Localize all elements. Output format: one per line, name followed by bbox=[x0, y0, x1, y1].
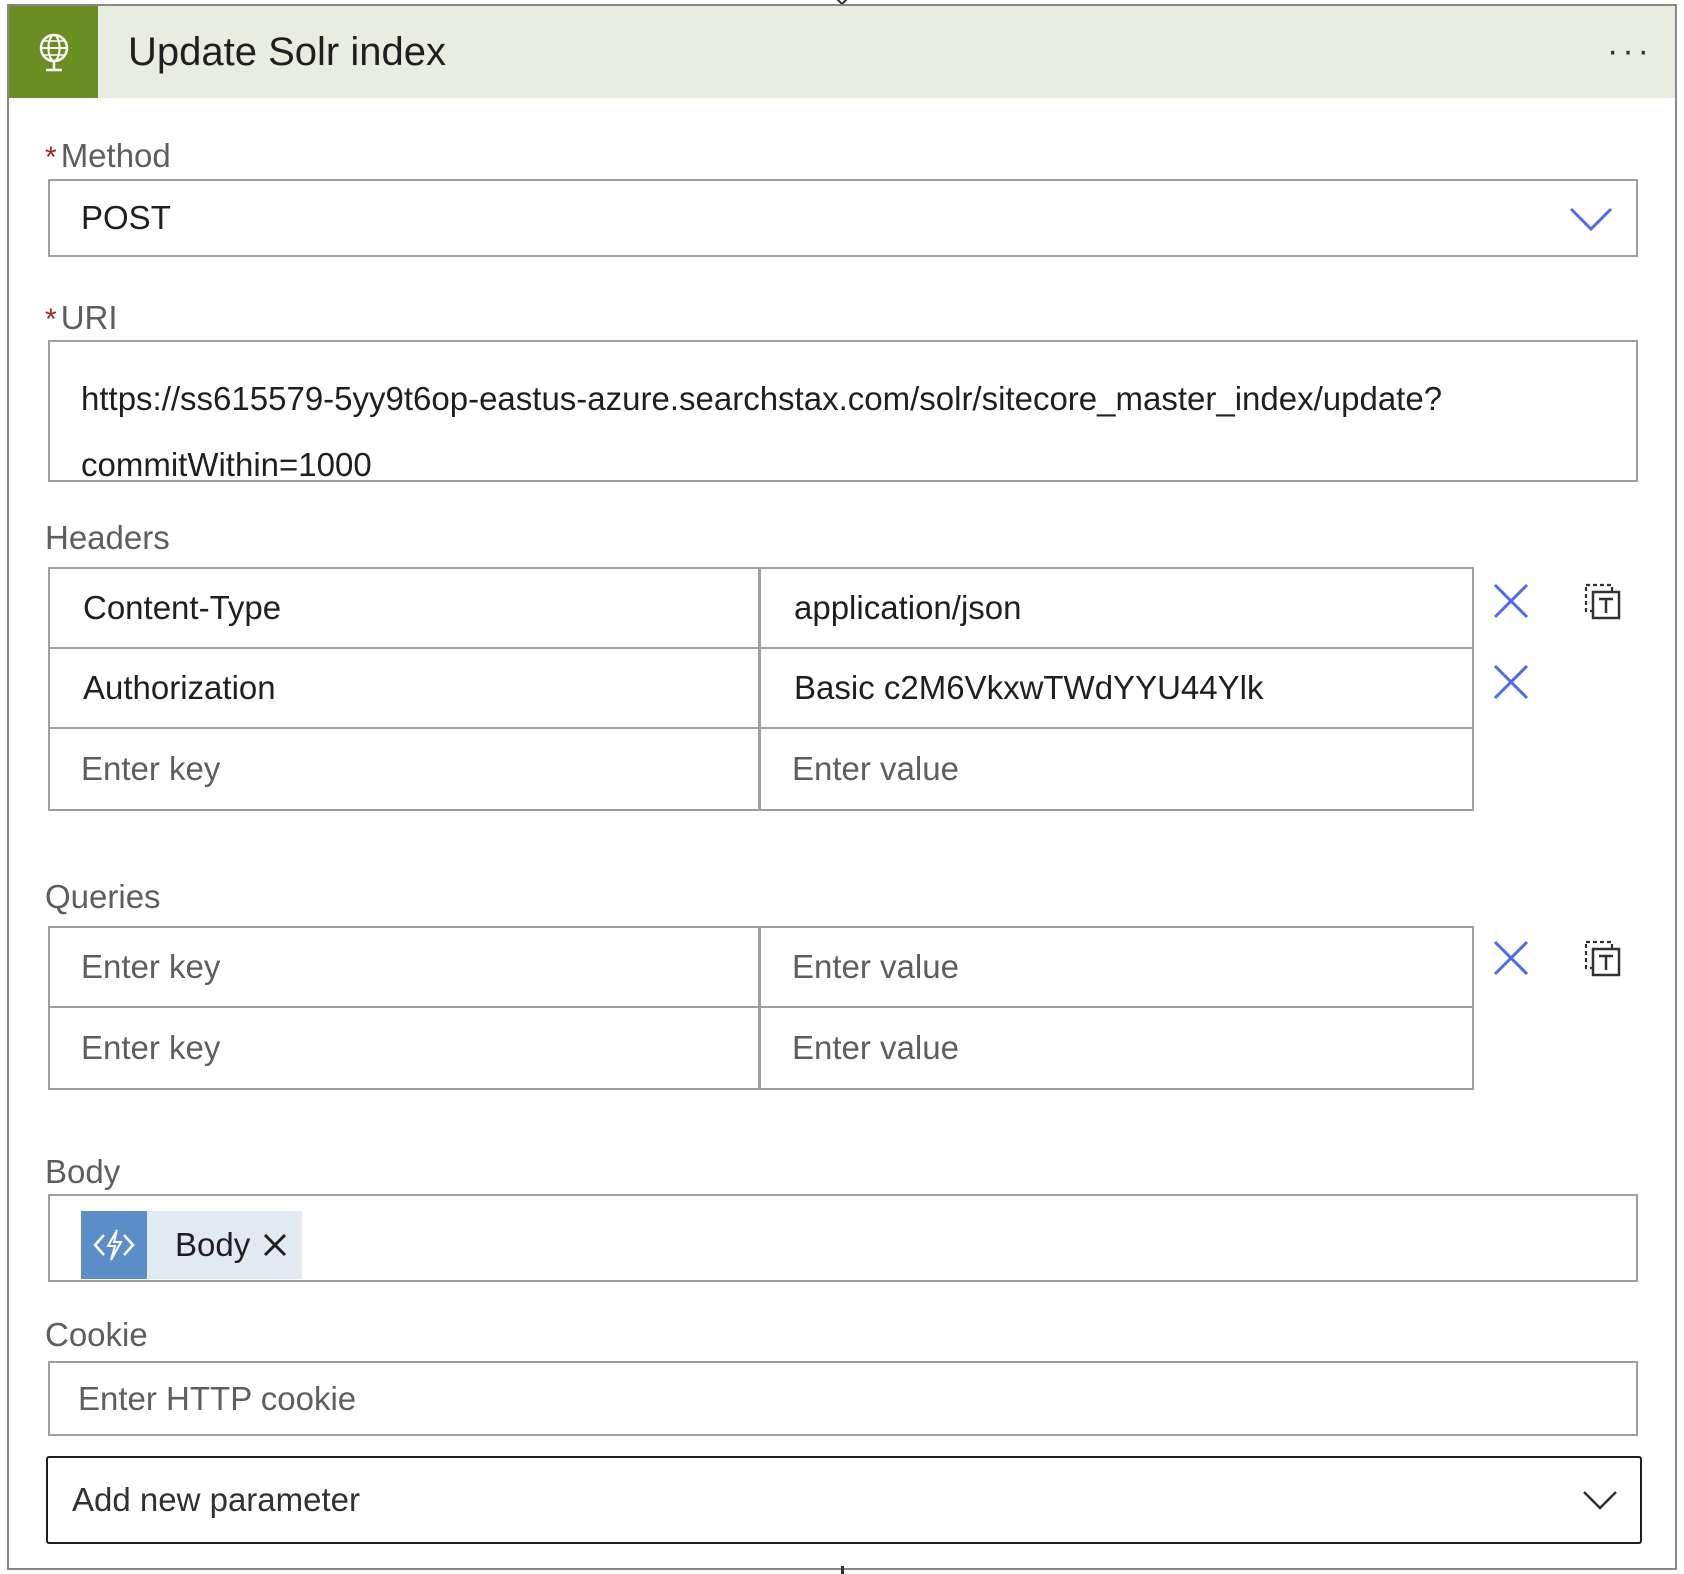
header-value-input[interactable]: Enter value bbox=[761, 729, 1472, 809]
query-key-input[interactable]: Enter key bbox=[50, 1008, 761, 1088]
uri-line-2: commitWithin=1000 bbox=[81, 446, 372, 483]
uri-input[interactable]: https://ss615579-5yy9t6op-eastus-azure.s… bbox=[48, 340, 1638, 483]
card-title[interactable]: Update Solr index bbox=[128, 30, 446, 75]
queries-table: Enter key Enter value Enter key Enter va… bbox=[48, 926, 1474, 1090]
token-label: Body bbox=[175, 1226, 251, 1263]
header-key-input[interactable]: Enter key bbox=[50, 729, 761, 809]
header-value-input[interactable]: Basic c2M6VkxwTWdYYU44Ylk bbox=[761, 649, 1472, 727]
header-value-input[interactable]: application/json bbox=[761, 569, 1472, 647]
cookie-input[interactable]: Enter HTTP cookie bbox=[48, 1361, 1638, 1436]
delete-row-icon[interactable] bbox=[1491, 938, 1531, 978]
query-value-input[interactable]: Enter value bbox=[761, 928, 1472, 1006]
header-key-input[interactable]: Authorization bbox=[50, 649, 761, 727]
globe-icon bbox=[9, 6, 98, 98]
uri-label: * URI bbox=[45, 299, 118, 336]
switch-to-text-mode-icon[interactable] bbox=[1583, 937, 1623, 977]
query-row: Enter key Enter value bbox=[50, 1008, 1472, 1088]
delete-row-icon[interactable] bbox=[1491, 662, 1531, 702]
uri-line-1: https://ss615579-5yy9t6op-eastus-azure.s… bbox=[81, 380, 1443, 417]
method-dropdown[interactable]: POST bbox=[48, 179, 1638, 257]
remove-token-icon[interactable] bbox=[262, 1211, 302, 1279]
more-options-button[interactable]: ··· bbox=[1607, 34, 1653, 68]
chevron-down-icon bbox=[1569, 207, 1613, 232]
dynamic-content-token[interactable]: Body bbox=[81, 1211, 303, 1279]
required-asterisk: * bbox=[45, 303, 57, 336]
query-row: Enter key Enter value bbox=[50, 928, 1472, 1008]
add-new-parameter-dropdown[interactable]: Add new parameter bbox=[46, 1456, 1642, 1544]
card-header[interactable]: Update Solr index ··· bbox=[9, 6, 1675, 98]
queries-label: Queries bbox=[45, 878, 161, 915]
method-label: * Method bbox=[45, 137, 171, 174]
headers-label: Headers bbox=[45, 519, 170, 556]
cookie-label: Cookie bbox=[45, 1316, 148, 1353]
header-key-input[interactable]: Content-Type bbox=[50, 569, 761, 647]
query-value-input[interactable]: Enter value bbox=[761, 1008, 1472, 1088]
add-new-parameter-label: Add new parameter bbox=[72, 1481, 360, 1518]
headers-table: Content-Type application/json Authorizat… bbox=[48, 567, 1474, 811]
required-asterisk: * bbox=[45, 141, 57, 174]
body-label: Body bbox=[45, 1153, 121, 1190]
header-row: Enter key Enter value bbox=[50, 729, 1472, 809]
dynamic-content-icon bbox=[81, 1211, 147, 1279]
connector-line-bottom bbox=[841, 1566, 844, 1574]
query-key-input[interactable]: Enter key bbox=[50, 928, 761, 1006]
method-value: POST bbox=[81, 199, 171, 236]
delete-row-icon[interactable] bbox=[1491, 581, 1531, 621]
header-row: Content-Type application/json bbox=[50, 569, 1472, 649]
header-row: Authorization Basic c2M6VkxwTWdYYU44Ylk bbox=[50, 649, 1472, 729]
chevron-down-icon bbox=[1583, 1491, 1617, 1510]
action-card: Update Solr index ··· * Method POST * URI … bbox=[7, 4, 1677, 1570]
body-input[interactable]: Body bbox=[48, 1194, 1638, 1282]
switch-to-text-mode-icon[interactable] bbox=[1583, 580, 1623, 620]
